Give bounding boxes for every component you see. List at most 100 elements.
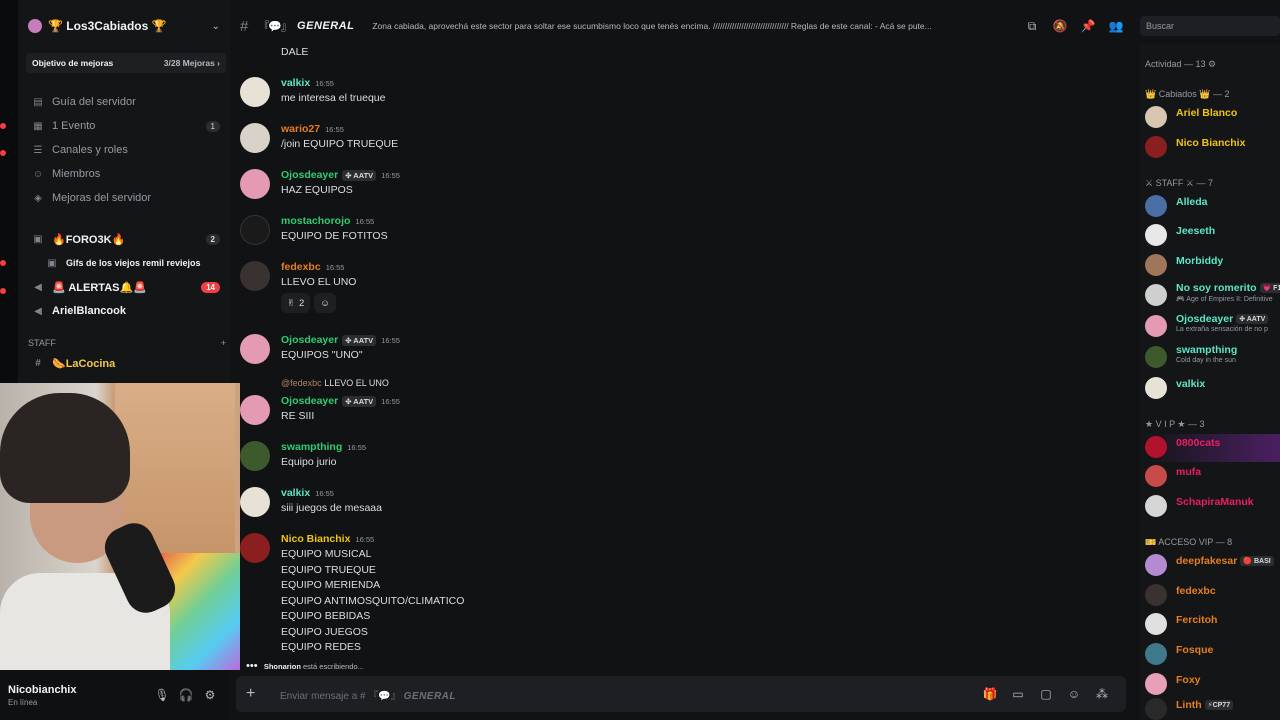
avatar[interactable] [240,169,270,199]
emoji-icon[interactable]: ☺ [1060,687,1088,701]
member-name-text: Ojosdeayer [1176,313,1234,325]
member-name: Jeeseth [1176,225,1216,237]
avatar [1145,584,1167,606]
avatar[interactable] [240,261,270,291]
sidebar-item-gifs-thread[interactable]: ▣ Gifs de los viejos remil reviejos [26,252,226,274]
sticker-icon[interactable]: ▢ [1032,687,1060,701]
member-item[interactable]: mufa [1145,463,1280,491]
avatar[interactable] [240,395,270,425]
author-name: Ojosdeayer [281,334,339,346]
headphones-icon[interactable]: 🎧 [174,688,198,702]
member-item[interactable]: deepfakesar 🔴 BASI [1145,552,1280,580]
member-item[interactable]: valkix [1145,375,1280,403]
avatar [1145,436,1167,458]
user-profile[interactable]: Nicobianchix En línea [8,684,150,707]
channel-topic[interactable]: Zona cabiada, aprovechá este sector para… [372,21,1018,31]
member-item[interactable]: Jeeseth [1145,222,1280,250]
unread-indicator [0,123,6,129]
reaction[interactable]: ✌ 2 [281,293,311,313]
member-item[interactable]: Ariel Blanco [1145,104,1280,132]
message-author[interactable]: Ojosdeayer ✤ AATV 16:55 [281,169,400,181]
message-author[interactable]: wario27 16:55 [281,123,344,135]
sidebar-item-members[interactable]: ☺ Miembros [26,163,226,185]
message-input[interactable]: Enviar mensaje a # 『💬』 GENERAL [280,687,976,702]
sidebar-item-label: Miembros [52,168,101,180]
member-name: fedexbc [1176,585,1216,597]
member-item[interactable]: SchapiraManuk [1145,493,1280,521]
reactions: ✌ 2 ☺ [281,293,336,313]
sidebar-item-foro3k[interactable]: ▣ 🔥FORO3K🔥 2 [26,228,226,250]
pin-icon[interactable]: 📌 [1074,19,1102,33]
avatar[interactable] [240,215,270,245]
member-name: deepfakesar 🔴 BASI [1176,555,1274,567]
member-item[interactable]: Linth ⚡CP77 [1145,696,1280,720]
author-name: wario27 [281,123,321,135]
message-author[interactable]: Nico Bianchix 16:55 [281,533,374,545]
member-item[interactable]: Nico Bianchix [1145,134,1280,162]
activity-header[interactable]: Actividad — 13 ⚙ [1145,59,1216,70]
member-group-header: ★ V I P ★ — 3 [1145,419,1205,429]
member-item[interactable]: Alleda [1145,193,1280,221]
avatar[interactable] [240,334,270,364]
guild-header[interactable]: 🏆 Los3Cabiados 🏆 ⌄ [18,8,230,44]
notifications-muted-icon[interactable]: 🔕 [1046,19,1074,33]
member-item[interactable]: Foxy [1145,671,1280,699]
member-item[interactable]: No soy romerito 💗 F1 🎮 Age of Empires II:… [1145,282,1280,310]
add-channel-icon[interactable]: + [221,338,226,348]
gear-icon[interactable]: ⚙ [198,688,222,702]
member-item[interactable]: fedexbc [1145,582,1280,610]
message-time: 16:55 [315,79,334,88]
sidebar-item-channels-roles[interactable]: ☰ Canales y roles [26,139,226,161]
member-item[interactable]: Morbiddy [1145,252,1280,280]
sidebar-item-guide[interactable]: ▤ Guía del servidor [26,91,226,113]
message-author[interactable]: mostachorojo 16:55 [281,215,374,227]
count-badge: 14 [201,281,220,293]
member-activity: 🎮 Age of Empires II: Definitive [1176,296,1273,303]
member-group-header: ⚔ STAFF ⚔ — 7 [1145,178,1213,188]
sidebar-item-alertas[interactable]: ◀ 🚨 ALERTAS🔔🚨 14 [26,276,226,298]
message-text: EQUIPO REDES [281,641,361,653]
member-name: SchapiraManuk [1176,496,1254,508]
avatar[interactable] [240,533,270,563]
member-item[interactable]: swampthing Cold day in the sun [1145,344,1280,372]
avatar[interactable] [240,77,270,107]
add-attachment-icon[interactable]: + [246,685,262,703]
mic-icon[interactable]: 🎙 [150,688,174,702]
avatar[interactable] [240,123,270,153]
message: Ojosdeayer ✤ AATV 16:55 EQUIPOS "UNO" [240,334,1135,366]
member-list-icon[interactable]: 👥 [1102,19,1130,33]
member-item[interactable]: 0800cats [1145,434,1280,462]
reply-preview[interactable]: @fedexbc LLEVO EL UNO [281,378,389,388]
gif-icon[interactable]: ▭ [1004,687,1032,701]
add-reaction-icon[interactable]: ☺ [314,293,336,313]
unread-indicator [0,260,6,266]
author-name: valkix [281,487,311,499]
sidebar-item-lacocina[interactable]: # 🌭LaCocina [26,352,226,374]
gift-icon[interactable]: 🎁 [976,687,1004,701]
threads-icon[interactable]: ⧉ [1018,19,1046,34]
typing-indicator: ••• Shonarion está escribiendo... [246,660,364,672]
chevron-down-icon[interactable]: ⌄ [212,21,220,32]
message-author[interactable]: valkix 16:55 [281,77,334,89]
message-author[interactable]: swampthing 16:55 [281,441,366,453]
category-staff[interactable]: STAFF + [26,336,226,350]
message-author[interactable]: Ojosdeayer ✤ AATV 16:55 [281,395,400,407]
sidebar-item-arielblancook[interactable]: ◀ ArielBlancook [26,300,226,322]
avatar[interactable] [240,487,270,517]
sidebar-item-events[interactable]: ▦ 1 Evento 1 [26,115,226,137]
avatar[interactable] [240,441,270,471]
sidebar-item-boosts[interactable]: ◈ Mejoras del servidor [26,187,226,209]
message: Nico Bianchix 16:55 EQUIPO MUSICAL EQUIPO… [240,533,1135,657]
boost-goal[interactable]: Objetivo de mejoras 3/28 Mejoras › [26,53,226,73]
sidebar-item-label: 🚨 ALERTAS🔔🚨 [52,281,147,294]
message-author[interactable]: valkix 16:55 [281,487,334,499]
message-author[interactable]: fedexbc 16:55 [281,261,344,273]
sidebar-item-label: Gifs de los viejos remil reviejos [66,258,201,268]
member-item[interactable]: Ojosdeayer ✤ AATV La extraña sensación de… [1145,313,1280,341]
message-composer[interactable]: + Enviar mensaje a # 『💬』 GENERAL 🎁 ▭ ▢ ☺… [236,676,1126,712]
member-item[interactable]: Fosque [1145,641,1280,669]
message-author[interactable]: Ojosdeayer ✤ AATV 16:55 [281,334,400,346]
search-input[interactable]: Buscar [1140,16,1280,36]
member-item[interactable]: Fercitoh [1145,611,1280,639]
apps-icon[interactable]: ⁂ [1088,687,1116,701]
